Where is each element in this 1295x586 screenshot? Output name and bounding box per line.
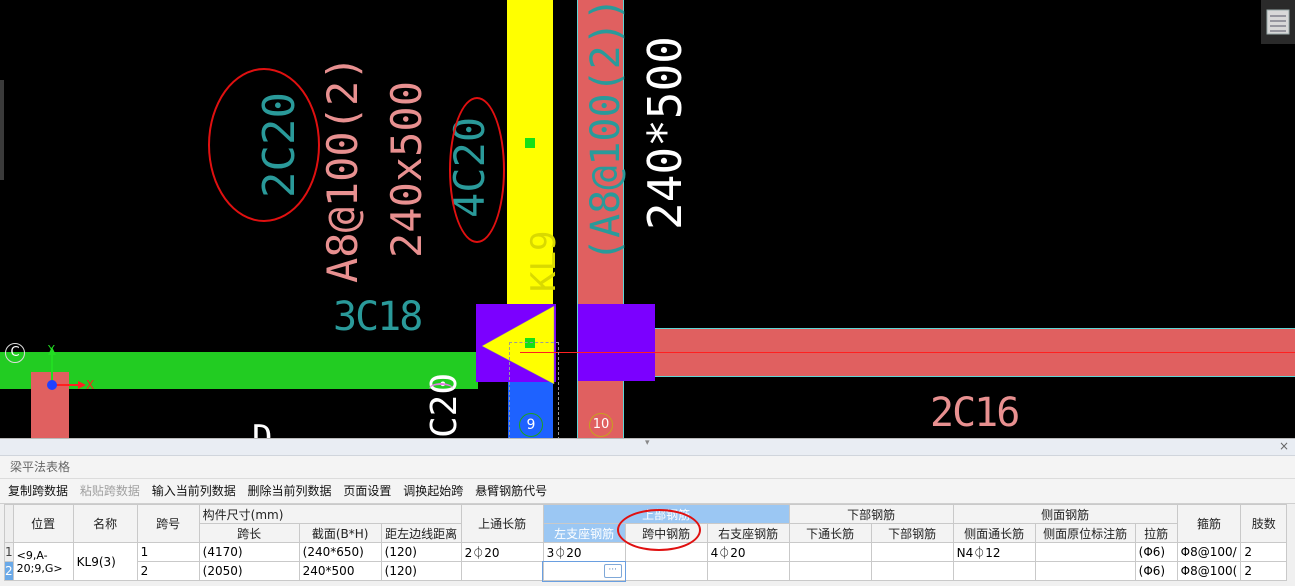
left-edge-strip [0,80,4,180]
cell-span-no[interactable]: 1 [136,542,200,562]
cell-bottom-rebar[interactable] [870,561,954,581]
partial-text-top: KL9 [524,230,564,292]
header-span-no[interactable]: 跨号 [136,504,200,543]
cell-position[interactable]: <9,A-20;9,G> [12,542,74,581]
cell-bottom-rebar[interactable] [870,542,954,562]
delete-column-button[interactable]: 删除当前列数据 [248,484,332,498]
partial-text-d: D [252,418,273,438]
cell-span-no[interactable]: 2 [136,561,200,581]
header-top-through[interactable]: 上通长筋 [460,504,544,543]
cad-viewport[interactable]: 2C20 A8@100(2) 240x500 4C20 (A8@100(2)) … [0,0,1295,438]
axis-bubble-c: C [5,343,25,363]
cell-stirrup[interactable]: Φ8@100( [1176,561,1242,581]
swap-start-span-button[interactable]: 调换起始跨 [403,484,463,498]
cell-top-through[interactable] [460,561,544,581]
cell-side-through[interactable] [952,561,1036,581]
cell-edge-distance[interactable]: (120) [380,542,462,562]
layer-list-icon [1266,9,1290,35]
axis-bubble-10: 10 [589,413,613,437]
cell-section[interactable]: (240*650) [298,542,382,562]
cell-side-local[interactable] [1034,542,1136,562]
header-bottom-rebar[interactable]: 下部钢筋 [870,523,954,543]
header-bottom-group[interactable]: 下部钢筋 [788,504,954,524]
corner-cell[interactable] [4,504,14,543]
page-setup-button[interactable]: 页面设置 [343,484,391,498]
cell-tie[interactable]: (Φ6) [1134,561,1178,581]
paste-span-button[interactable]: 粘贴跨数据 [80,484,140,498]
purple-column-right [578,304,655,381]
pink-arc [429,383,453,395]
input-column-button[interactable]: 输入当前列数据 [152,484,236,498]
cell-right-support[interactable] [706,561,790,581]
red-ellipse-2c20 [208,68,320,222]
table-toolbar: 复制跨数据 粘贴跨数据 输入当前列数据 删除当前列数据 页面设置 调换起始跨 悬… [0,479,1295,504]
cell-legs[interactable]: 2 [1240,561,1288,581]
red-ellipse-mid-span [617,509,701,551]
header-name[interactable]: 名称 [72,504,138,543]
stirrup-text-right: (A8@100(2)) [583,0,629,262]
row-number[interactable]: 2 [4,561,14,581]
cell-span-length[interactable]: (2050) [198,561,300,581]
cell-section[interactable]: 240*500 [298,561,382,581]
ucs-x-label: X [86,378,95,392]
ellipsis-button[interactable]: ··· [603,564,622,578]
stirrup-text-left: A8@100(2) [318,55,367,283]
red-ellipse-4c20 [449,97,505,243]
grip-square-top[interactable] [525,138,535,148]
cell-mid-span[interactable] [624,561,708,581]
header-size-group[interactable]: 构件尺寸(mm) [198,504,462,524]
cell-top-through[interactable]: 2⏀20 [460,542,544,562]
header-position[interactable]: 位置 [12,504,74,543]
ucs-y-label: Y [48,343,55,356]
cell-tie[interactable]: (Φ6) [1134,542,1178,562]
header-left-support[interactable]: 左支座钢筋 [542,523,626,543]
red-axis-line [520,352,1295,353]
header-stirrup[interactable]: 箍筋 [1176,504,1242,543]
cantilever-code-button[interactable]: 悬臂钢筋代号 [475,484,547,498]
header-side-through[interactable]: 侧面通长筋 [952,523,1036,543]
close-icon[interactable]: × [1279,439,1289,453]
panel-title: 梁平法表格 [0,456,1295,479]
header-edge-distance[interactable]: 距左边线距离 [380,523,462,543]
rebar-text-3c18: 3C18 [333,294,423,340]
splitter-arrow-icon[interactable]: ▾ [645,438,650,448]
row-number[interactable]: 1 [4,542,14,562]
header-side-group[interactable]: 侧面钢筋 [952,504,1178,524]
cell-legs[interactable]: 2 [1240,542,1288,562]
cell-stirrup[interactable]: Φ8@100/ [1176,542,1242,562]
cell-side-local[interactable] [1034,561,1136,581]
cell-name[interactable]: KL9(3) [72,542,138,581]
cell-edge-distance[interactable]: (120) [380,561,462,581]
section-text-right: 240*500 [638,36,692,230]
header-right-support[interactable]: 右支座钢筋 [706,523,790,543]
cell-bottom-through[interactable] [788,542,872,562]
header-section[interactable]: 截面(B*H) [298,523,382,543]
cell-side-through[interactable]: N4⏀12 [952,542,1036,562]
rebar-text-2c16: 2C16 [930,390,1020,436]
cell-span-length[interactable]: (4170) [198,542,300,562]
panel-splitter[interactable]: ▾ × [0,438,1295,456]
axis-bubble-9: 9 [519,413,543,437]
copy-span-button[interactable]: 复制跨数据 [8,484,68,498]
yellow-vertical-beam [507,0,553,345]
view-cube-button[interactable] [1261,0,1295,44]
header-tie[interactable]: 拉筋 [1134,523,1178,543]
beam-table-panel: ▾ × 梁平法表格 复制跨数据 粘贴跨数据 输入当前列数据 删除当前列数据 页面… [0,438,1295,586]
cell-left-support[interactable]: 3⏀20 [542,542,626,562]
header-legs[interactable]: 肢数 [1240,504,1288,543]
cell-bottom-through[interactable] [788,561,872,581]
header-side-local[interactable]: 侧面原位标注筋 [1034,523,1136,543]
cell-left-support-editing[interactable]: ··· [542,560,627,582]
header-span-length[interactable]: 跨长 [198,523,300,543]
table-row[interactable]: 2 2 (2050) 240*500 (120) ··· (Φ6) Φ8@100… [4,560,1288,582]
cell-right-support[interactable]: 4⏀20 [706,542,790,562]
section-text-left: 240x500 [382,80,431,258]
header-bottom-through[interactable]: 下通长筋 [788,523,872,543]
